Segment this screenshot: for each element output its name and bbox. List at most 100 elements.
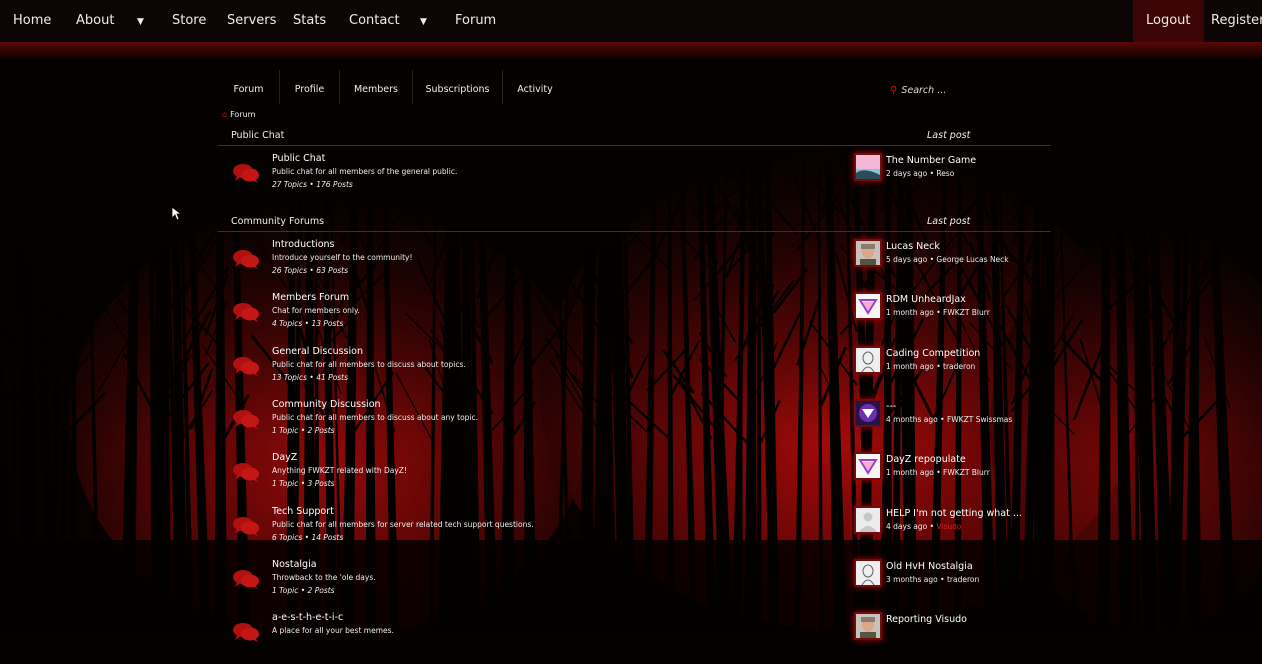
nav-about[interactable]: About xyxy=(76,0,114,42)
forum-stats: 1 Topic • 3 Posts xyxy=(272,479,335,489)
search-input[interactable]: Search ... xyxy=(901,85,946,96)
forum-row: Members Forum Chat for members only. 4 T… xyxy=(218,292,1051,344)
last-post-user-link[interactable]: FWKZT Blurr xyxy=(943,308,990,317)
last-post-title-link[interactable]: Lucas Neck xyxy=(886,241,940,252)
top-navbar: Home About ▼ Store Servers Stats Contact… xyxy=(0,0,1262,60)
forum-name-link[interactable]: Public Chat xyxy=(272,153,325,164)
forum-row: Public Chat Public chat for all members … xyxy=(218,153,1051,205)
last-post-user-link[interactable]: George Lucas Neck xyxy=(936,255,1008,264)
last-post-time: 4 days ago xyxy=(886,521,928,531)
last-post-user-link[interactable]: Visudo xyxy=(936,522,961,531)
last-post-user-link[interactable]: Reso xyxy=(936,169,954,178)
last-post-time: 1 month ago xyxy=(886,308,934,318)
contact-caret-icon[interactable]: ▼ xyxy=(420,0,427,42)
forum-name-link[interactable]: Members Forum xyxy=(272,292,349,303)
last-post-time: 1 month ago xyxy=(886,468,934,478)
nav-home[interactable]: Home xyxy=(13,0,51,42)
avatar[interactable] xyxy=(854,292,882,321)
avatar[interactable] xyxy=(854,345,882,374)
tab-profile[interactable]: Profile xyxy=(280,70,340,104)
chat-bubbles-icon xyxy=(233,569,259,589)
chat-bubbles-icon xyxy=(233,164,259,183)
forum-row: Nostalgia Throwback to the 'ole days. 1 … xyxy=(218,558,1051,611)
avatar[interactable] xyxy=(854,612,882,641)
nav-stats[interactable]: Stats xyxy=(293,0,326,42)
breadcrumb: ⌂ Forum xyxy=(222,110,255,119)
forum-name-link[interactable]: Introductions xyxy=(272,239,334,250)
forum-name-link[interactable]: Community Discussion xyxy=(272,399,381,410)
last-post-time: 2 days ago xyxy=(886,169,928,178)
forum-row: DayZ Anything FWKZT related with DayZ! 1… xyxy=(218,452,1051,504)
section-header: Community Forums Last post xyxy=(218,216,1051,228)
last-post-user-link[interactable]: traderon xyxy=(943,362,975,371)
avatar[interactable] xyxy=(854,452,882,481)
forum-stats: 4 Topics • 13 Posts xyxy=(272,319,344,329)
tab-members[interactable]: Members xyxy=(340,70,413,104)
avatar[interactable] xyxy=(854,558,882,587)
forum-stats: 26 Topics • 63 Posts xyxy=(272,266,349,275)
last-post-label: Last post xyxy=(927,216,971,227)
forum-name-link[interactable]: Nostalgia xyxy=(272,559,317,570)
forum-row: Community Discussion Public chat for all… xyxy=(218,398,1051,451)
last-post-user-link[interactable]: FWKZT Swissmas xyxy=(947,415,1012,424)
last-post-user-link[interactable]: FWKZT Blurr xyxy=(943,468,990,477)
last-post-time: 4 months ago xyxy=(886,414,938,424)
search-icon: ⚲ xyxy=(890,85,898,96)
forum-stats: 6 Topics • 14 Posts xyxy=(272,532,344,542)
nav-forum[interactable]: Forum xyxy=(455,0,496,42)
section-title[interactable]: Public Chat xyxy=(231,130,284,141)
register-button[interactable]: Register xyxy=(1211,0,1262,42)
forum-subnav: Forum Profile Members Subscriptions Acti… xyxy=(218,70,1051,112)
chat-bubbles-icon xyxy=(233,623,259,643)
section-title[interactable]: Community Forums xyxy=(231,216,324,227)
mouse-cursor-icon xyxy=(171,206,181,221)
forum-stats: 1 Topic • 2 Posts xyxy=(272,425,335,435)
nav-servers[interactable]: Servers xyxy=(227,0,276,42)
last-post-meta: 2 days ago • Reso xyxy=(886,169,955,178)
forum-name-link[interactable]: a-e-s-t-h-e-t-i-c xyxy=(272,612,343,623)
tab-forum[interactable]: Forum xyxy=(218,70,280,104)
avatar[interactable] xyxy=(854,398,882,427)
last-post-meta: 1 month ago • FWKZT Blurr xyxy=(886,308,990,318)
avatar[interactable] xyxy=(854,505,882,534)
forum-row: a-e-s-t-h-e-t-i-c A place for all your b… xyxy=(218,612,1051,664)
last-post-title-link[interactable]: DayZ repopulate xyxy=(886,454,966,465)
last-post-title-link[interactable]: HELP I'm not getting what ... xyxy=(886,508,1022,519)
last-post-title-link[interactable]: Reporting Visudo xyxy=(886,614,967,625)
forum-stats: 13 Topics • 41 Posts xyxy=(272,372,349,382)
last-post-meta: 5 days ago • George Lucas Neck xyxy=(886,255,1009,264)
avatar[interactable] xyxy=(854,153,882,181)
section-divider xyxy=(218,145,1051,146)
last-post-title-link[interactable]: --- xyxy=(886,401,896,412)
breadcrumb-forum[interactable]: Forum xyxy=(230,110,255,119)
forum-row: Introductions Introduce yourself to the … xyxy=(218,239,1051,291)
forum-name-link[interactable]: Tech Support xyxy=(272,506,334,517)
last-post-title-link[interactable]: RDM UnheardJax xyxy=(886,294,966,305)
tab-subscriptions[interactable]: Subscriptions xyxy=(413,70,503,104)
forum-stats: 1 Topic • 2 Posts xyxy=(272,585,335,595)
last-post-label: Last post xyxy=(927,130,971,141)
last-post-title-link[interactable]: Old HvH Nostalgia xyxy=(886,561,973,572)
about-caret-icon[interactable]: ▼ xyxy=(137,0,144,42)
forum-description: Public chat for all members of the gener… xyxy=(272,167,458,176)
nav-store[interactable]: Store xyxy=(172,0,206,42)
last-post-title-link[interactable]: Cading Competition xyxy=(886,348,980,359)
forum-description: Public chat for all members to discuss a… xyxy=(272,359,466,369)
search-box[interactable]: ⚲ Search ... xyxy=(890,85,946,96)
home-icon[interactable]: ⌂ xyxy=(222,110,227,119)
chat-bubbles-icon xyxy=(233,303,259,323)
nav-contact[interactable]: Contact xyxy=(349,0,400,42)
forum-description: Public chat for all members for server r… xyxy=(272,519,534,529)
last-post-title-link[interactable]: The Number Game xyxy=(886,155,976,166)
tab-activity[interactable]: Activity xyxy=(503,70,567,104)
forum-description: Anything FWKZT related with DayZ! xyxy=(272,466,407,476)
last-post-user-link[interactable]: traderon xyxy=(947,575,979,584)
logout-button[interactable]: Logout xyxy=(1133,0,1204,42)
forum-name-link[interactable]: DayZ xyxy=(272,452,297,463)
last-post-meta: 3 months ago • traderon xyxy=(886,574,980,584)
forum-stats: 27 Topics • 176 Posts xyxy=(272,180,353,189)
avatar[interactable] xyxy=(854,239,882,267)
forum-name-link[interactable]: General Discussion xyxy=(272,346,363,357)
last-post-meta: 4 days ago • Visudo xyxy=(886,521,962,531)
forum-description: Throwback to the 'ole days. xyxy=(272,572,376,582)
